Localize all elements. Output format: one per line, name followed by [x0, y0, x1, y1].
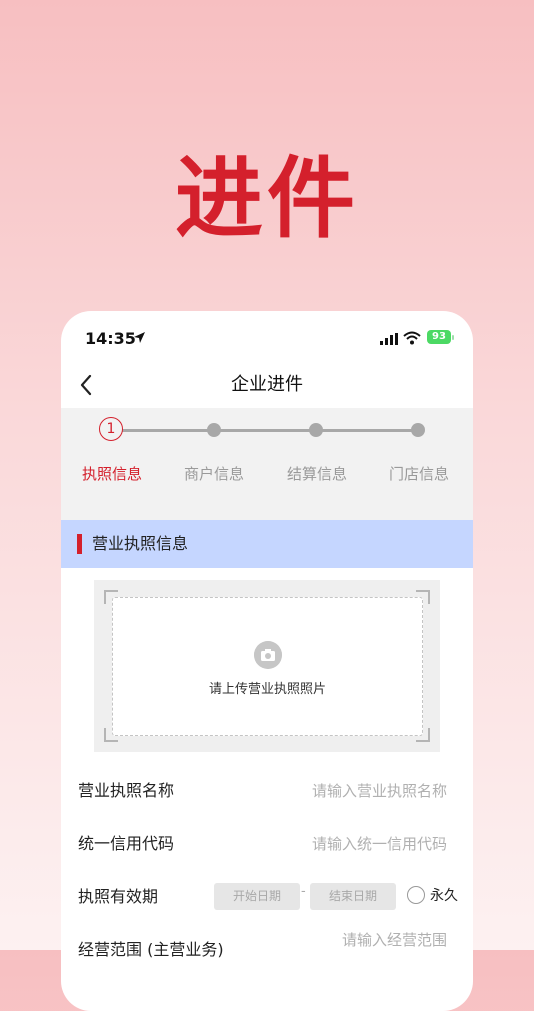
step-progress: 1 执照信息 商户信息 结算信息 门店信息 [61, 408, 473, 520]
upload-photo-button[interactable]: 请上传营业执照照片 [112, 597, 423, 736]
form-row-validity: 执照有效期 开始日期 - 结束日期 永久 [61, 870, 473, 923]
section-title: 营业执照信息 [92, 534, 189, 553]
step-label-merchant[interactable]: 商户信息 [174, 463, 254, 484]
battery-tip [452, 335, 454, 340]
step-dot-3 [309, 423, 323, 437]
step-dot-2 [207, 423, 221, 437]
step-label-license[interactable]: 执照信息 [72, 463, 152, 484]
step-label-settlement[interactable]: 结算信息 [277, 463, 357, 484]
license-name-label: 营业执照名称 [78, 781, 175, 800]
credit-code-label: 统一信用代码 [78, 834, 175, 853]
step-connector-line [113, 429, 418, 432]
permanent-radio[interactable] [407, 886, 425, 904]
status-time: 14:35 [85, 329, 136, 348]
upload-hint: 请上传营业执照照片 [208, 682, 326, 697]
date-separator: - [301, 884, 306, 899]
business-scope-input[interactable] [245, 925, 449, 955]
permanent-label: 永久 [430, 888, 458, 904]
end-date-picker[interactable]: 结束日期 [310, 883, 396, 910]
validity-label: 执照有效期 [78, 887, 159, 906]
form-row-license-name: 营业执照名称 [61, 764, 473, 817]
status-bar: 14:35 93 [61, 311, 473, 363]
hero-title: 进件 [174, 147, 359, 250]
page-title: 企业进件 [231, 374, 303, 395]
step-label-store[interactable]: 门店信息 [379, 463, 459, 484]
location-arrow-icon [134, 332, 145, 343]
camera-icon [254, 641, 282, 669]
license-name-input[interactable] [245, 776, 449, 806]
cellular-signal-icon [380, 333, 398, 345]
wifi-icon [403, 331, 421, 345]
section-accent-bar [77, 534, 82, 554]
license-upload-area: 请上传营业执照照片 [94, 580, 440, 752]
phone-screen: 14:35 93 企业进件 1 执照信息 商户信息 结算信息 门店信息 营业执照… [61, 311, 473, 1011]
step-indicator-current: 1 [99, 417, 123, 441]
battery-icon: 93 [427, 330, 451, 344]
form-row-credit-code: 统一信用代码 [61, 817, 473, 870]
step-dot-4 [411, 423, 425, 437]
nav-bar: 企业进件 [61, 363, 473, 407]
credit-code-input[interactable] [245, 829, 449, 859]
start-date-picker[interactable]: 开始日期 [214, 883, 300, 910]
section-header: 营业执照信息 [61, 520, 473, 568]
